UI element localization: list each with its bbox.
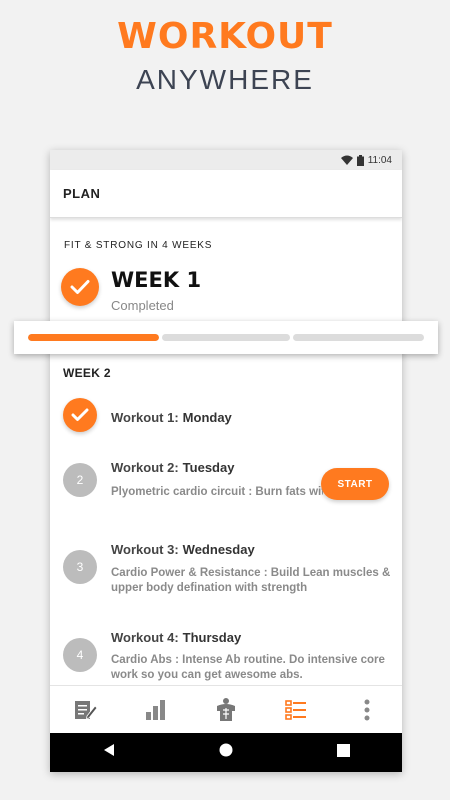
notes-icon[interactable] bbox=[65, 690, 105, 730]
workout-name: Workout 1 bbox=[111, 410, 175, 425]
plan-list-icon[interactable] bbox=[276, 690, 316, 730]
workout-name: Workout 3 bbox=[111, 542, 175, 557]
workout-title: Workout 3: Wednesday bbox=[111, 542, 255, 557]
workout-day: Monday bbox=[182, 410, 232, 425]
progress-segment-week-3 bbox=[293, 334, 424, 341]
workout-number: 3 bbox=[63, 550, 97, 584]
workout-title: Workout 4: Thursday bbox=[111, 630, 242, 645]
home-icon[interactable] bbox=[219, 743, 233, 762]
promo-subtitle: ANYWHERE bbox=[136, 64, 314, 95]
plan-progress-bar bbox=[14, 321, 438, 354]
promo-title: WORKOUT bbox=[117, 16, 333, 57]
workout-name: Workout 4 bbox=[111, 630, 175, 645]
week-heading: WEEK 2 bbox=[63, 366, 111, 380]
plan-heading: FIT & STRONG IN 4 WEEKS bbox=[64, 240, 213, 251]
workout-day: Wednesday bbox=[182, 542, 255, 557]
progress-fill bbox=[28, 334, 159, 341]
week-title: WEEK 1 bbox=[111, 268, 202, 292]
progress-segment-week-1 bbox=[28, 334, 159, 341]
body-icon[interactable] bbox=[206, 690, 246, 730]
clock: 11:04 bbox=[367, 154, 392, 166]
workout-name: Workout 2 bbox=[111, 460, 175, 475]
check-icon bbox=[63, 398, 97, 432]
system-navigation-bar bbox=[50, 733, 402, 772]
workout-title: Workout 1: Monday bbox=[111, 410, 232, 425]
recents-icon[interactable] bbox=[337, 743, 351, 762]
status-bar: 11:04 bbox=[50, 150, 402, 170]
workout-description: Cardio Abs : Intense Ab routine. Do inte… bbox=[111, 654, 385, 681]
workout-day: Thursday bbox=[182, 630, 242, 645]
workout-description: Plyometric cardio circuit : Burn fats wi… bbox=[111, 486, 323, 498]
progress-segment-week-2 bbox=[162, 334, 290, 341]
stats-icon[interactable] bbox=[136, 690, 176, 730]
battery-icon bbox=[356, 154, 364, 166]
bottom-navigation bbox=[50, 685, 402, 733]
workout-description: Cardio Power & Resistance : Build Lean m… bbox=[111, 567, 391, 594]
app-bar: PLAN bbox=[50, 170, 402, 218]
workout-number: 2 bbox=[63, 463, 97, 497]
check-icon bbox=[61, 268, 99, 306]
more-icon[interactable] bbox=[347, 690, 387, 730]
workout-day: Tuesday bbox=[182, 460, 235, 475]
workout-number: 4 bbox=[63, 638, 97, 672]
week-status: Completed bbox=[111, 298, 174, 313]
back-icon[interactable] bbox=[102, 743, 116, 762]
workout-title: Workout 2: Tuesday bbox=[111, 460, 235, 475]
start-button[interactable]: START bbox=[321, 468, 389, 500]
page-title: PLAN bbox=[63, 186, 101, 201]
phone-screen: 11:04 PLAN FIT & STRONG IN 4 WEEKS WEEK … bbox=[50, 150, 402, 772]
wifi-icon bbox=[340, 155, 353, 165]
